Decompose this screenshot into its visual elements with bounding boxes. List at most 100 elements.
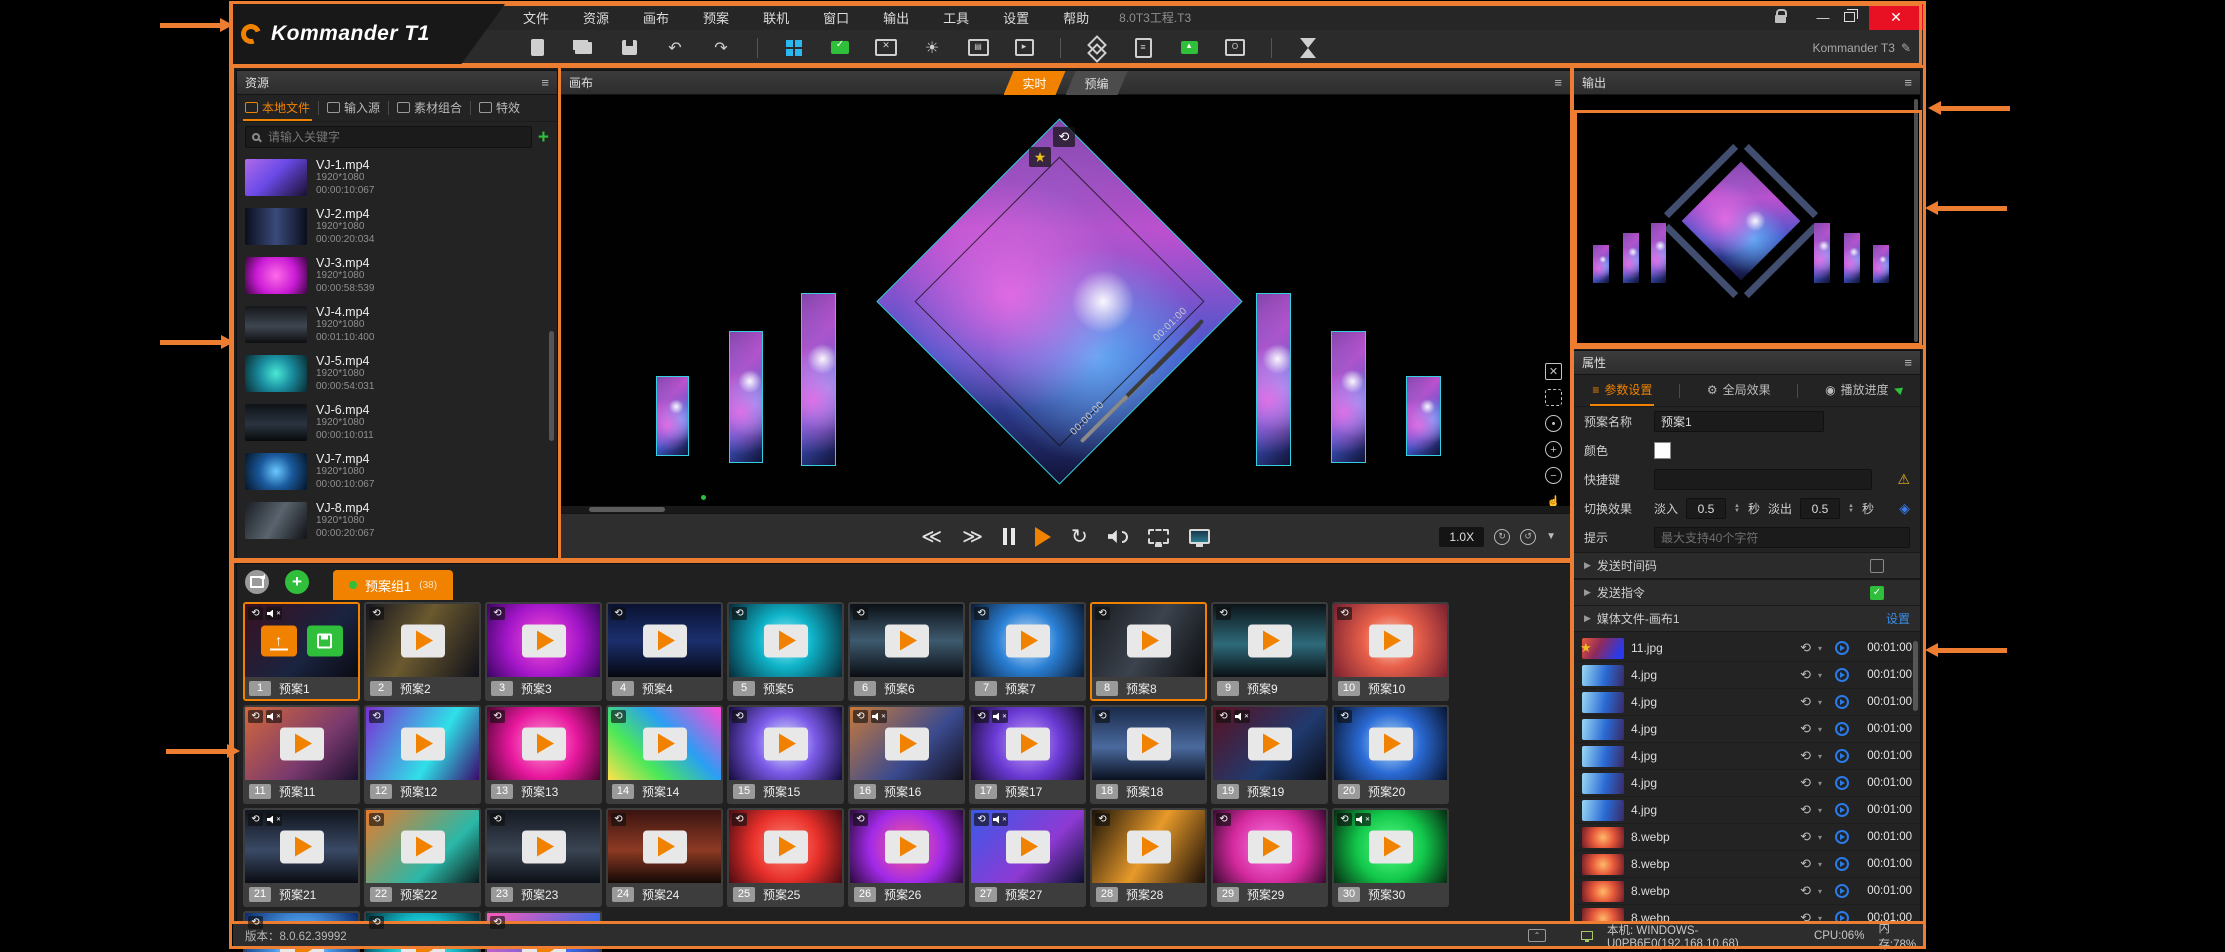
output-scrollbar[interactable] <box>1914 99 1918 342</box>
menu-item-7[interactable]: 工具 <box>943 8 969 27</box>
effect-cube-icon[interactable]: ◈ <box>1899 500 1910 517</box>
media-scrollbar[interactable] <box>1913 641 1918 711</box>
screen-management-icon[interactable] <box>782 36 806 60</box>
dropdown-caret-icon[interactable]: ▾ <box>1818 671 1822 680</box>
play-button[interactable] <box>522 727 566 760</box>
media-file-row[interactable]: 4.jpg⟲▾00:01:00 <box>1574 689 1920 716</box>
play-button[interactable] <box>764 624 808 657</box>
redo-icon[interactable]: ↷ <box>709 36 733 60</box>
preset-item-20[interactable]: ⟲20预案20 <box>1332 705 1449 804</box>
tab-parameter-settings[interactable]: ≡参数设置 <box>1590 375 1654 406</box>
preset-item-24[interactable]: ⟲24预案24 <box>606 808 723 907</box>
preset-item-19[interactable]: ⟲✕19预案19 <box>1211 705 1328 804</box>
play-button[interactable] <box>1127 830 1171 863</box>
canvas-viewport[interactable]: ★ ⟲ 00:01:00 00:00:00 ✕ • + − <box>561 95 1570 506</box>
menu-item-4[interactable]: 联机 <box>763 8 789 27</box>
play-button[interactable] <box>1248 624 1292 657</box>
preset-group-tab[interactable]: 预案组1 (38) <box>333 570 453 600</box>
menu-item-9[interactable]: 帮助 <box>1063 8 1089 27</box>
preset-item-9[interactable]: ⟲9预案9 <box>1211 602 1328 701</box>
volume-button[interactable] <box>1108 530 1128 543</box>
preset-item-16[interactable]: ⟲✕16预案16 <box>848 705 965 804</box>
dropdown-caret-icon[interactable]: ▾ <box>1818 725 1822 734</box>
preset-item-4[interactable]: ⟲4预案4 <box>606 602 723 701</box>
loop-mode-button[interactable]: ⟲ <box>1800 667 1811 683</box>
pan-hand-icon[interactable]: ☝ <box>1545 493 1562 506</box>
media-file-row[interactable]: 8.webp⟲▾00:01:00 <box>1574 824 1920 851</box>
play-button[interactable] <box>764 727 808 760</box>
play-button[interactable] <box>1035 527 1051 547</box>
brightness-icon[interactable]: ☀ <box>920 36 944 60</box>
center-view-icon[interactable]: • <box>1545 415 1562 432</box>
resource-tab-local-files[interactable]: 本地文件 <box>243 96 312 121</box>
screen-preview-off-icon[interactable] <box>1148 529 1169 544</box>
speed-dropdown-caret[interactable]: ▼ <box>1546 531 1556 542</box>
open-project-icon[interactable] <box>571 36 595 60</box>
preset-item-13[interactable]: ⟲13预案13 <box>485 705 602 804</box>
preset-item-5[interactable]: ⟲5预案5 <box>727 602 844 701</box>
preset-item-21[interactable]: ⟲✕21预案21 <box>243 808 360 907</box>
menu-item-5[interactable]: 窗口 <box>823 8 849 27</box>
canvas-horizontal-scrollbar[interactable] <box>561 506 1570 513</box>
save-project-icon[interactable] <box>617 36 641 60</box>
preset-item-6[interactable]: ⟲6预案6 <box>848 602 965 701</box>
undo-icon[interactable]: ↶ <box>663 36 687 60</box>
fade-in-stepper[interactable]: ▲▼ <box>1734 504 1740 514</box>
play-button[interactable] <box>885 727 929 760</box>
media-file-row[interactable]: 4.jpg⟲▾00:01:00 <box>1574 743 1920 770</box>
loop-mode-button[interactable]: ⟲ <box>1800 775 1811 791</box>
save-button[interactable] <box>307 625 343 656</box>
plan-layers-icon[interactable] <box>1085 36 1109 60</box>
resource-file-row[interactable]: VJ-4.mp41920*108000:01:10:400 <box>237 300 557 349</box>
expand-caret-icon[interactable]: ▶ <box>1584 560 1591 571</box>
menu-item-6[interactable]: 输出 <box>883 8 909 27</box>
send-timecode-row[interactable]: ▶ 发送时间码 ✓ <box>1574 552 1920 579</box>
timer-loop-icon[interactable]: ↻ <box>1494 529 1510 545</box>
play-button[interactable] <box>522 830 566 863</box>
takeover-button[interactable]: ↑ <box>261 625 297 656</box>
pause-button[interactable] <box>1003 528 1015 545</box>
hotkey-input[interactable] <box>1654 469 1872 490</box>
color-swatch[interactable] <box>1654 442 1671 459</box>
media-file-row[interactable]: 4.jpg⟲▾00:01:00 <box>1574 797 1920 824</box>
menu-item-1[interactable]: 资源 <box>583 8 609 27</box>
canvas-screen-bar[interactable] <box>1331 331 1366 463</box>
resource-tab-effects[interactable]: 特效 <box>477 96 522 121</box>
resources-menu-icon[interactable]: ≡ <box>541 75 549 90</box>
new-project-icon[interactable] <box>525 36 549 60</box>
play-button[interactable] <box>1006 830 1050 863</box>
timer-icon[interactable] <box>1296 36 1320 60</box>
preset-item-25[interactable]: ⟲25预案25 <box>727 808 844 907</box>
play-button[interactable] <box>1369 624 1413 657</box>
preset-item-18[interactable]: ⟲18预案18 <box>1090 705 1207 804</box>
dropdown-caret-icon[interactable]: ▾ <box>1818 860 1822 869</box>
canvas-media-diamond[interactable] <box>876 118 1242 484</box>
play-button[interactable] <box>401 624 445 657</box>
dropdown-caret-icon[interactable]: ▾ <box>1818 806 1822 815</box>
tab-preedit[interactable]: 预编 <box>1066 71 1128 95</box>
add-file-button[interactable]: + <box>538 128 549 147</box>
restart-button[interactable]: ↻ <box>1071 524 1088 549</box>
play-button[interactable] <box>643 727 687 760</box>
output-config-icon[interactable] <box>966 36 990 60</box>
play-button[interactable] <box>643 624 687 657</box>
resource-file-row[interactable]: VJ-5.mp41920*108000:00:54:031 <box>237 349 557 398</box>
preset-item-7[interactable]: ⟲7预案7 <box>969 602 1086 701</box>
loop-mode-button[interactable]: ⟲ <box>1800 883 1811 899</box>
minimize-button[interactable]: — <box>1808 10 1838 25</box>
expand-caret-icon[interactable]: ▶ <box>1584 587 1591 598</box>
fit-selection-icon[interactable]: ✕ <box>1545 363 1562 380</box>
scrollbar-thumb[interactable] <box>589 507 665 512</box>
settings-link[interactable]: 设置 <box>1886 610 1910 627</box>
lock-icon[interactable] <box>1775 15 1786 23</box>
fade-out-value[interactable]: 0.5 <box>1800 498 1840 519</box>
output-on-icon[interactable] <box>828 36 852 60</box>
media-file-row[interactable]: 4.jpg⟲▾00:01:00 <box>1574 662 1920 689</box>
previous-button[interactable]: ≪ <box>921 524 942 549</box>
collect-icon[interactable] <box>1223 36 1247 60</box>
preset-item-29[interactable]: ⟲29预案29 <box>1211 808 1328 907</box>
preset-item-15[interactable]: ⟲15预案15 <box>727 705 844 804</box>
preset-item-10[interactable]: ⟲10预案10 <box>1332 602 1449 701</box>
play-button[interactable] <box>885 830 929 863</box>
close-button[interactable]: ✕ <box>1869 4 1923 30</box>
